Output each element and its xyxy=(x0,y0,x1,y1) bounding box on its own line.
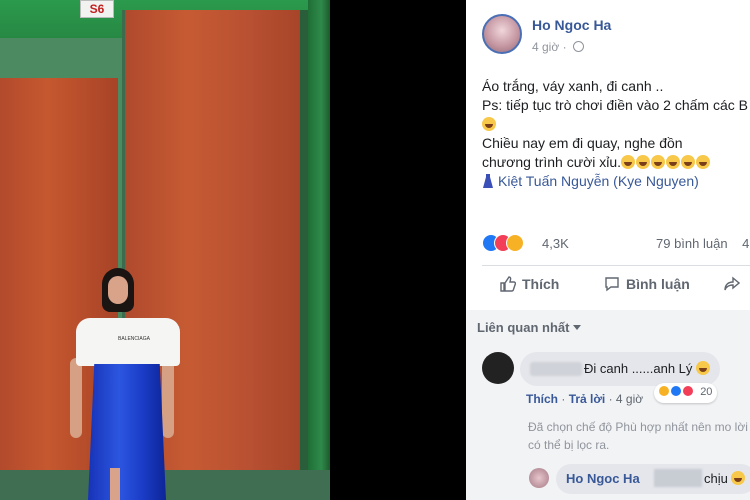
laughing-emoji-icon xyxy=(636,155,651,169)
divider xyxy=(482,265,750,266)
comment-reply-link[interactable]: Trả lời xyxy=(569,392,606,406)
arm-left xyxy=(70,358,82,438)
comment-actions: Thích · Trả lời · 4 giờ xyxy=(526,392,644,406)
laughing-emoji-icon xyxy=(696,361,711,375)
laughing-emoji-icon xyxy=(696,155,711,169)
face xyxy=(108,276,128,304)
post-meta: 4 giờ · xyxy=(532,40,584,54)
reply-author-avatar[interactable] xyxy=(529,468,549,488)
viewer-background xyxy=(330,0,466,500)
reply-bubble: Ho Ngoc Ha chịu xyxy=(556,464,750,494)
laughing-emoji-icon xyxy=(651,155,666,169)
leg xyxy=(110,468,120,500)
share-icon xyxy=(724,276,740,291)
laughing-emoji-icon xyxy=(666,155,681,169)
post-photo[interactable]: S6 BALENCIAGA xyxy=(0,0,330,500)
commenter-name-redacted xyxy=(530,362,582,376)
green-pillar xyxy=(308,0,330,500)
content-line: Ps: tiếp tục trò chơi điền vào 2 chấm cá… xyxy=(482,97,748,113)
post-time[interactable]: 4 giờ xyxy=(532,40,559,54)
like-button[interactable]: Thích xyxy=(500,276,559,292)
content-line: Áo trắng, váy xanh, đi canh .. xyxy=(482,78,664,94)
reply-text-redacted xyxy=(654,469,702,487)
post-content: Áo trắng, váy xanh, đi canh .. Ps: tiếp … xyxy=(482,77,748,191)
reply-author-name[interactable]: Ho Ngoc Ha xyxy=(566,471,640,486)
shares-count-link[interactable]: 4 l xyxy=(742,236,750,251)
commenter-avatar[interactable] xyxy=(482,352,514,384)
content-line: Chiều nay em đi quay, nghe đồn xyxy=(482,135,683,151)
dress-icon xyxy=(483,174,493,188)
post-panel: Ho Ngoc Ha 4 giờ · Áo trắng, váy xanh, đ… xyxy=(466,0,750,500)
tag-line: Kiệt Tuấn Nguyễn (Kye Nguyen) xyxy=(482,172,748,191)
comment-text: Đi canh ......anh Lý xyxy=(584,361,711,376)
comment-icon xyxy=(605,277,619,292)
haha-reaction-icon xyxy=(658,385,670,397)
arm-right xyxy=(162,358,174,438)
sort-label: Liên quan nhất xyxy=(477,320,570,335)
comment-like-link[interactable]: Thích xyxy=(526,392,558,406)
laughing-emoji-icon xyxy=(621,155,636,169)
comment-sort-dropdown[interactable]: Liên quan nhất xyxy=(477,320,582,335)
author-avatar[interactable] xyxy=(482,14,522,54)
door-number-sign: S6 xyxy=(80,0,114,18)
haha-reaction-icon xyxy=(506,234,524,252)
thumbs-up-icon xyxy=(500,276,516,292)
content-line: chương trình cười xỉu. xyxy=(482,153,748,172)
white-tshirt: BALENCIAGA xyxy=(76,318,180,366)
comment-reaction-count: 20 xyxy=(700,386,713,398)
comment-reactions[interactable]: 20 xyxy=(654,383,718,403)
globe-icon xyxy=(572,41,584,52)
comment-label: Bình luận xyxy=(626,276,690,292)
love-reaction-icon xyxy=(682,385,695,397)
comments-shares-count: 79 bình luận 4 l xyxy=(656,236,750,251)
comments-count-link[interactable]: 79 bình luận xyxy=(656,236,728,251)
reaction-count: 4,3K xyxy=(542,236,569,251)
author-name[interactable]: Ho Ngoc Ha xyxy=(532,17,611,33)
comment-button[interactable]: Bình luận xyxy=(604,276,690,292)
laughing-emoji-icon xyxy=(731,471,746,485)
reply-text: chịu xyxy=(704,471,746,486)
comment-time[interactable]: 4 giờ xyxy=(616,392,643,406)
door-seam xyxy=(300,10,308,490)
comment-bubble: Đi canh ......anh Lý xyxy=(520,352,720,386)
woman-figure: BALENCIAGA xyxy=(70,268,182,500)
like-reaction-icon xyxy=(670,385,683,397)
share-button[interactable] xyxy=(724,276,746,292)
caret-down-icon xyxy=(573,325,582,330)
filter-notice: Đã chọn chế độ Phù hợp nhất nên mo lời c… xyxy=(528,420,748,452)
tagged-person-link[interactable]: Kiệt Tuấn Nguyễn (Kye Nguyen) xyxy=(498,173,699,189)
shirt-logo: BALENCIAGA xyxy=(118,336,150,342)
content-text: chương trình cười xỉu. xyxy=(482,154,622,170)
content-line xyxy=(482,115,748,134)
like-label: Thích xyxy=(522,276,560,292)
blue-skirt xyxy=(88,364,166,500)
laughing-emoji-icon xyxy=(681,155,696,169)
wink-emoji-icon xyxy=(482,117,496,131)
